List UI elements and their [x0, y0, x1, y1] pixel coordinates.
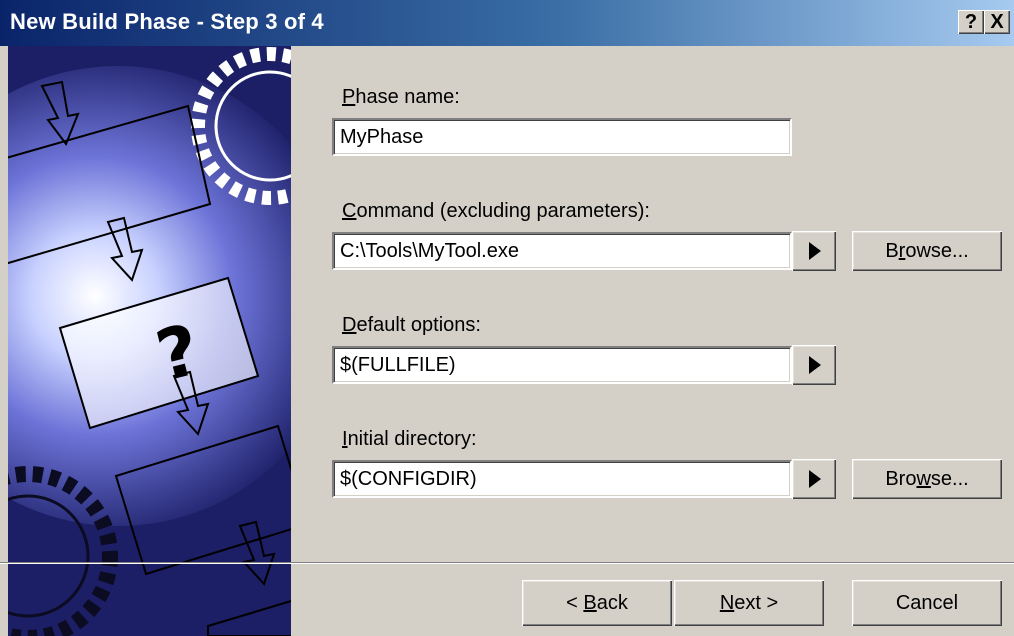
command-input[interactable]: C:\Tools\MyTool.exe: [332, 232, 792, 270]
arrow-right-icon: [809, 242, 821, 260]
arrow-right-icon: [809, 356, 821, 374]
default-options-input[interactable]: $(FULLFILE): [332, 346, 792, 384]
initial-directory-label: Initial directory:: [342, 428, 477, 450]
window-title: New Build Phase - Step 3 of 4: [10, 9, 324, 34]
initial-directory-macro-button[interactable]: [792, 459, 836, 499]
cancel-button[interactable]: Cancel: [852, 580, 1002, 626]
next-button[interactable]: Next >: [674, 580, 824, 626]
wizard-illustration: ?: [8, 46, 291, 636]
separator: [0, 562, 1014, 564]
browse-command-button[interactable]: Browse...: [852, 231, 1002, 271]
wizard-dialog: New Build Phase - Step 3 of 4 ? X ? Phas…: [0, 0, 1014, 636]
default-options-macro-button[interactable]: [792, 345, 836, 385]
command-label: Command (excluding parameters):: [342, 200, 650, 222]
command-macro-button[interactable]: [792, 231, 836, 271]
title-bar[interactable]: New Build Phase - Step 3 of 4 ? X: [0, 0, 1014, 46]
default-options-label: Default options:: [342, 314, 481, 336]
browse-directory-button[interactable]: Browse...: [852, 459, 1002, 499]
arrow-right-icon: [809, 470, 821, 488]
initial-directory-input[interactable]: $(CONFIGDIR): [332, 460, 792, 498]
close-button[interactable]: X: [984, 10, 1010, 34]
help-button[interactable]: ?: [958, 10, 984, 34]
close-icon: X: [990, 11, 1004, 33]
flowchart-illustration: ?: [8, 46, 291, 636]
help-icon: ?: [964, 11, 978, 33]
phase-name-label: Phase name:: [342, 86, 460, 108]
back-button[interactable]: < Back: [522, 580, 672, 626]
phase-name-input[interactable]: MyPhase: [332, 118, 792, 156]
